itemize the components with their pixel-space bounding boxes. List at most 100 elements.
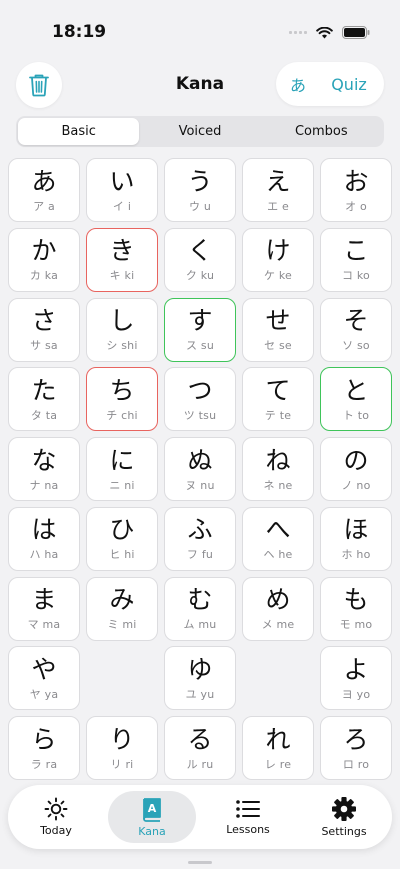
kana-cell[interactable]: かカ ka [8, 227, 80, 292]
kana-cell[interactable]: さサ sa [8, 297, 80, 362]
kana-cell[interactable]: ろロ ro [320, 716, 392, 780]
kana-character: ふ [187, 515, 213, 545]
kana-cell[interactable]: なナ na [8, 437, 80, 501]
kana-cell[interactable]: うウ u [164, 158, 236, 222]
kana-cell[interactable]: ほホ ho [320, 506, 392, 571]
kana-cell[interactable]: たタ ta [8, 367, 80, 432]
kana-cell[interactable]: けケ ke [242, 227, 314, 292]
kana-cell[interactable]: きキ ki [86, 227, 158, 292]
kana-reading: ラ ra [30, 757, 58, 771]
wifi-icon [316, 26, 333, 38]
kana-character: く [187, 236, 213, 266]
kana-cell[interactable]: すス su [164, 297, 236, 362]
empty-cell [86, 646, 158, 710]
kana-cell[interactable]: ふフ fu [164, 506, 236, 571]
kana-category-segmented-control: Basic Voiced Combos [16, 116, 384, 147]
kana-cell[interactable]: ちチ chi [86, 367, 158, 432]
kana-reading: エ e [267, 199, 289, 213]
kana-cell[interactable]: らラ ra [8, 716, 80, 780]
kana-character: ね [265, 445, 291, 475]
kana-cell[interactable]: せセ se [242, 297, 314, 362]
status-icons [289, 26, 370, 39]
kana-cell[interactable]: にニ ni [86, 437, 158, 501]
kana-cell[interactable]: あア a [8, 158, 80, 222]
kana-cell[interactable]: りリ ri [86, 716, 158, 780]
kana-reading: マ ma [27, 618, 61, 631]
kana-cell[interactable]: そソ so [320, 297, 392, 362]
kana-cell[interactable]: まマ ma [8, 576, 80, 641]
delete-button[interactable] [16, 62, 62, 108]
kana-character: せ [265, 306, 291, 335]
status-time: 18:19 [52, 22, 107, 42]
kana-cell[interactable]: くク ku [164, 227, 236, 292]
kana-reading: シ shi [106, 339, 138, 352]
kana-character: え [265, 166, 291, 196]
header: Kana あ Quiz [0, 62, 400, 108]
kana-character: た [31, 375, 57, 405]
kana-character: れ [265, 724, 291, 754]
kana-cell[interactable]: もモ mo [320, 576, 392, 641]
kana-cell[interactable]: のノ no [320, 437, 392, 501]
kana-character: け [265, 236, 291, 266]
tab-today[interactable]: Today [12, 791, 100, 843]
kana-reading: ム mu [183, 618, 217, 631]
kana-cell[interactable]: めメ me [242, 576, 314, 641]
kana-character: り [109, 724, 135, 754]
kana-cell[interactable]: はハ ha [8, 506, 80, 571]
kana-reading: タ ta [30, 408, 58, 422]
kana-character: ら [31, 724, 57, 754]
kana-reading: ル ru [186, 757, 214, 771]
kana-script-toggle[interactable]: あ [276, 72, 320, 96]
tab-lessons[interactable]: Lessons [204, 791, 292, 843]
kana-cell[interactable]: むム mu [164, 576, 236, 641]
kana-character: み [109, 585, 135, 614]
kana-character: へ [265, 515, 291, 545]
kana-cell[interactable]: へヘ he [242, 506, 314, 571]
status-bar: 18:19 [0, 0, 400, 60]
kana-cell[interactable]: しシ shi [86, 297, 158, 362]
kana-cell[interactable]: こコ ko [320, 227, 392, 292]
trash-icon [29, 74, 49, 97]
kana-character: に [109, 445, 135, 475]
kana-character: す [187, 306, 213, 335]
segment-combos[interactable]: Combos [261, 118, 382, 145]
kana-cell[interactable]: るル ru [164, 716, 236, 780]
kana-reading: ロ ro [342, 757, 370, 771]
kana-reading: オ o [345, 199, 367, 213]
kana-cell[interactable]: つツ tsu [164, 367, 236, 432]
kana-cell[interactable]: やヤ ya [8, 646, 80, 711]
kana-cell[interactable]: れレ re [242, 716, 314, 780]
kana-reading: ヘ he [263, 548, 293, 562]
tab-label-kana: Kana [138, 824, 166, 838]
kana-cell[interactable]: てテ te [242, 367, 314, 432]
kana-cell[interactable]: いイ i [86, 158, 158, 222]
segment-voiced[interactable]: Voiced [139, 118, 260, 145]
kana-character: い [109, 166, 135, 196]
tab-settings[interactable]: Settings [300, 791, 388, 843]
kana-cell[interactable]: ねネ ne [242, 437, 314, 501]
segment-basic[interactable]: Basic [18, 118, 140, 145]
kana-cell[interactable]: ぬヌ nu [164, 437, 236, 501]
kana-reading: キ ki [109, 269, 135, 283]
kana-cell[interactable]: ゆユ yu [164, 646, 236, 711]
tab-label-lessons: Lessons [226, 823, 270, 836]
kana-reading: メ me [261, 618, 295, 631]
tab-kana[interactable]: A Kana [108, 791, 196, 843]
kana-reading: ハ ha [29, 548, 59, 562]
kana-character: な [31, 445, 57, 475]
kana-character: さ [31, 306, 57, 335]
kana-cell[interactable]: おオ o [320, 158, 392, 222]
kana-reading: ツ tsu [183, 408, 217, 422]
quiz-button[interactable]: Quiz [320, 75, 384, 94]
kana-character: こ [343, 236, 369, 266]
kana-reading: ア a [33, 199, 55, 213]
kana-character: る [187, 724, 213, 754]
kana-cell[interactable]: えエ e [242, 158, 314, 222]
kana-character: そ [343, 306, 369, 335]
kana-cell[interactable]: よヨ yo [320, 646, 392, 711]
kana-reading: ネ ne [263, 478, 293, 492]
kana-cell[interactable]: とト to [320, 367, 392, 432]
kana-reading: ホ ho [341, 548, 371, 562]
kana-cell[interactable]: ひヒ hi [86, 506, 158, 571]
kana-cell[interactable]: みミ mi [86, 576, 158, 641]
